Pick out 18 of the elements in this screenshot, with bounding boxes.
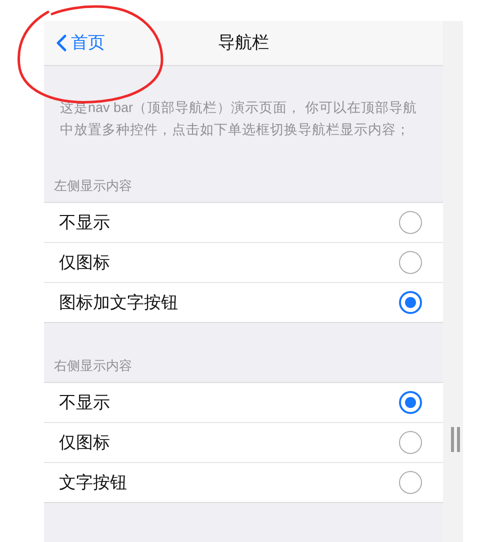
nav-title: 导航栏 bbox=[218, 32, 269, 54]
option-label: 图标加文字按钮 bbox=[59, 292, 178, 314]
option-label: 不显示 bbox=[59, 392, 110, 414]
radio-button[interactable] bbox=[399, 471, 422, 494]
back-icon bbox=[56, 34, 67, 52]
radio-button[interactable] bbox=[399, 211, 422, 234]
radio-button[interactable] bbox=[399, 251, 422, 274]
radio-button[interactable] bbox=[399, 431, 422, 454]
option-label: 仅图标 bbox=[59, 252, 110, 274]
option-label: 仅图标 bbox=[59, 432, 110, 454]
option-label: 文字按钮 bbox=[59, 472, 127, 494]
section-label: 右侧显示内容 bbox=[53, 357, 133, 375]
option-label: 不显示 bbox=[59, 212, 110, 234]
radio-button[interactable] bbox=[399, 291, 422, 314]
back-button[interactable]: 首页 bbox=[56, 30, 105, 56]
section-label: 左侧显示内容 bbox=[53, 177, 133, 195]
radio-button[interactable] bbox=[399, 391, 422, 414]
resize-handle[interactable] bbox=[451, 427, 460, 452]
